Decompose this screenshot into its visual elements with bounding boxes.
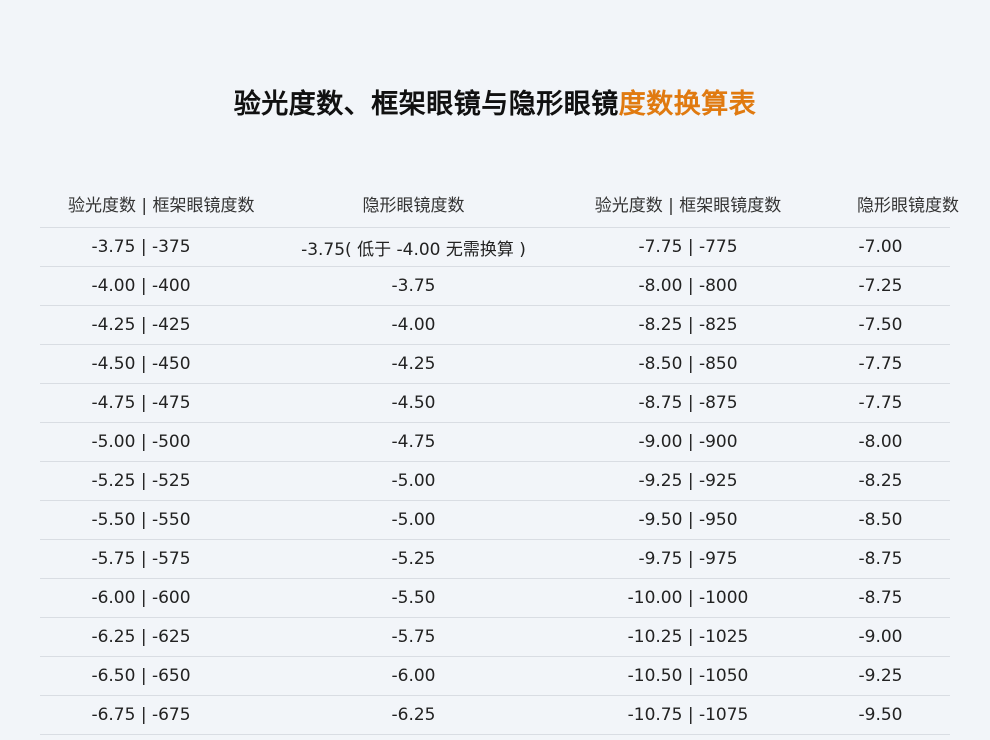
table-cell: -9.25 | -925 (638, 471, 738, 491)
table-row: -4.75 | -475 -4.50 -8.75 | -875 -7.75 (40, 384, 950, 423)
table-cell: -8.00 | -800 (638, 276, 738, 296)
table-cell: -8.75 (858, 549, 903, 569)
table-cell: -4.00 | -400 (91, 276, 191, 296)
table-cell: -5.25 (391, 549, 436, 569)
title-main: 验光度数、框架眼镜与隐形眼镜 (233, 89, 619, 120)
table-row: -4.50 | -450 -4.25 -8.50 | -850 -7.75 (40, 345, 950, 384)
table-cell: -6.00 | -600 (91, 588, 191, 608)
table-cell: -9.75 | -975 (638, 549, 738, 569)
table-cell: -8.50 | -850 (638, 354, 738, 374)
table-cell: -7.75 (858, 354, 903, 374)
table-row: -5.75 | -575 -5.25 -9.75 | -975 -8.75 (40, 540, 950, 579)
table-cell: -9.25 (858, 666, 903, 686)
table-cell: -8.75 | -875 (638, 393, 738, 413)
table-cell: -10.25 | -1025 (627, 627, 749, 647)
table-cell: -5.75 | -575 (91, 549, 191, 569)
table-cell: -6.00 (391, 666, 436, 686)
table-cell: -7.50 (858, 315, 903, 335)
column-header: 隐形眼镜度数 (362, 196, 465, 216)
table-cell: -4.75 | -475 (91, 393, 191, 413)
table-cell: -3.75 (391, 276, 436, 296)
table-cell: -8.25 (858, 471, 903, 491)
table-cell: -9.00 (858, 627, 903, 647)
table-row: -3.75 | -375 -3.75( 低于 -4.00 无需换算 ) -7.75 … (40, 228, 950, 267)
table-cell: -8.75 (858, 588, 903, 608)
table-row: -6.75 | -675 -6.25 -10.75 | -1075 -9.50 (40, 696, 950, 735)
table-cell: -7.75 | -775 (638, 237, 738, 257)
table-cell: -5.25 | -525 (91, 471, 191, 491)
table-cell: -7.00 (858, 237, 903, 257)
table-cell: -4.25 | -425 (91, 315, 191, 335)
table-cell: -4.00 (391, 315, 436, 335)
table-cell: -5.50 (391, 588, 436, 608)
table-body: -3.75 | -375 -3.75( 低于 -4.00 无需换算 ) -7.75 … (40, 228, 950, 735)
table-row: -5.00 | -500 -4.75 -9.00 | -900 -8.00 (40, 423, 950, 462)
table-cell: -8.00 (858, 432, 903, 452)
table-cell: -6.25 (391, 705, 436, 725)
table-cell: -10.75 | -1075 (627, 705, 749, 725)
table-row: -6.25 | -625 -5.75 -10.25 | -1025 -9.00 (40, 618, 950, 657)
table-cell: -5.75 (391, 627, 436, 647)
table-cell: -3.75( 低于 -4.00 无需换算 ) (301, 239, 526, 260)
table-cell: -6.25 | -625 (91, 627, 191, 647)
table-row: -5.25 | -525 -5.00 -9.25 | -925 -8.25 (40, 462, 950, 501)
conversion-table: 验光度数 | 框架眼镜度数 隐形眼镜度数 验光度数 | 框架眼镜度数 隐形眼镜度… (40, 180, 959, 735)
table-cell: -5.00 (391, 510, 436, 530)
table-cell: -10.00 | -1000 (627, 588, 749, 608)
page-title: 验光度数、框架眼镜与隐形眼镜度数换算表 (0, 82, 990, 121)
table-cell: -4.25 (391, 354, 436, 374)
column-header: 隐形眼镜度数 (857, 196, 959, 216)
table-cell: -7.75 (858, 393, 903, 413)
table-cell: -8.50 (858, 510, 903, 530)
table-cell: -9.50 (858, 705, 903, 725)
table-cell: -9.00 | -900 (638, 432, 738, 452)
column-header: 验光度数 | 框架眼镜度数 (594, 196, 782, 216)
table-cell: -6.50 | -650 (91, 666, 191, 686)
table-cell: -4.50 | -450 (91, 354, 191, 374)
table-cell: -4.75 (391, 432, 436, 452)
table-row: -5.50 | -550 -5.00 -9.50 | -950 -8.50 (40, 501, 950, 540)
table-row: -6.00 | -600 -5.50 -10.00 | -1000 -8.75 (40, 579, 950, 618)
table-cell: -5.00 | -500 (91, 432, 191, 452)
table-cell: -4.50 (391, 393, 436, 413)
title-highlight: 度数换算表 (618, 89, 757, 120)
table-row: -4.00 | -400 -3.75 -8.00 | -800 -7.25 (40, 267, 950, 306)
table-row: -6.50 | -650 -6.00 -10.50 | -1050 -9.25 (40, 657, 950, 696)
table-cell: -5.50 | -550 (91, 510, 191, 530)
table-cell: -6.75 | -675 (91, 705, 191, 725)
column-header: 验光度数 | 框架眼镜度数 (68, 196, 255, 216)
table-cell: -5.00 (391, 471, 436, 491)
table-cell: -3.75 | -375 (91, 237, 191, 257)
table-cell: -7.25 (858, 276, 903, 296)
table-cell: -10.50 | -1050 (627, 666, 749, 686)
table-cell: -9.50 | -950 (638, 510, 738, 530)
table-cell: -8.25 | -825 (638, 315, 738, 335)
table-row: -4.25 | -425 -4.00 -8.25 | -825 -7.50 (40, 306, 950, 345)
table-header-row: 验光度数 | 框架眼镜度数 隐形眼镜度数 验光度数 | 框架眼镜度数 隐形眼镜度… (40, 180, 959, 228)
